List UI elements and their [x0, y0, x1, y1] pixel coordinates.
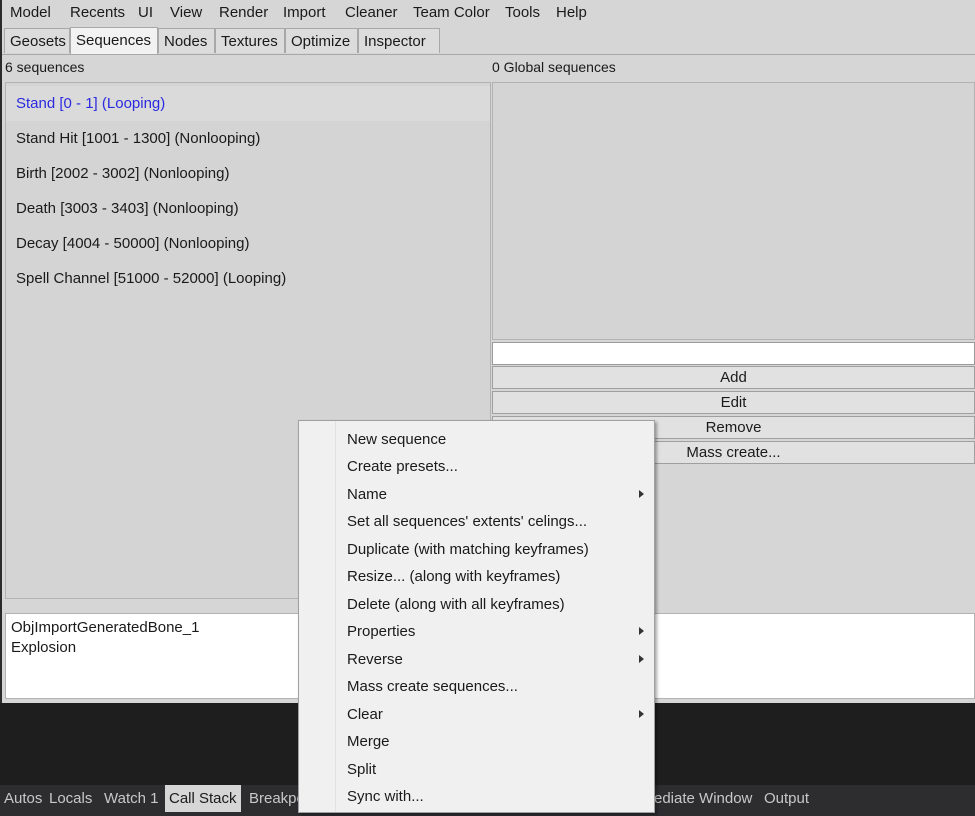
add-button[interactable]: Add	[492, 366, 975, 389]
menu-item-merge[interactable]: Merge	[299, 728, 654, 755]
tab-output[interactable]: Output	[760, 785, 813, 812]
menu-render[interactable]: Render	[219, 4, 268, 21]
global-sequence-count-label: 0 Global sequences	[492, 59, 616, 75]
menu-item-create-presets[interactable]: Create presets...	[299, 453, 654, 480]
menu-item-new-sequence[interactable]: New sequence	[299, 426, 654, 453]
tab-bar: Geosets Sequences Nodes Textures Optimiz…	[2, 27, 975, 55]
menu-recents[interactable]: Recents	[70, 4, 125, 21]
menu-item-set-extents-ceilings[interactable]: Set all sequences' extents' celings...	[299, 508, 654, 535]
menu-help[interactable]: Help	[556, 4, 587, 21]
submenu-arrow-icon	[639, 490, 644, 498]
sequence-count-label: 6 sequences	[5, 59, 85, 75]
menu-tools[interactable]: Tools	[505, 4, 540, 21]
tab-textures[interactable]: Textures	[215, 28, 285, 53]
menu-item-clear[interactable]: Clear	[299, 701, 654, 728]
menu-item-mass-create-sequences[interactable]: Mass create sequences...	[299, 673, 654, 700]
submenu-arrow-icon	[639, 627, 644, 635]
menu-ui[interactable]: UI	[138, 4, 153, 21]
sequence-item-stand-hit[interactable]: Stand Hit [1001 - 1300] (Nonlooping)	[6, 121, 490, 156]
menu-item-delete[interactable]: Delete (along with all keyframes)	[299, 591, 654, 618]
submenu-arrow-icon	[639, 655, 644, 663]
tab-optimize[interactable]: Optimize	[285, 28, 358, 53]
tab-locals[interactable]: Locals	[45, 785, 96, 812]
menu-model[interactable]: Model	[10, 4, 51, 21]
menu-item-reverse[interactable]: Reverse	[299, 646, 654, 673]
sequence-item-decay[interactable]: Decay [4004 - 50000] (Nonlooping)	[6, 226, 490, 261]
menu-item-properties[interactable]: Properties	[299, 618, 654, 645]
sequence-context-menu: New sequence Create presets... Name Set …	[298, 420, 655, 813]
global-sequence-list[interactable]	[492, 82, 975, 340]
menu-item-duplicate[interactable]: Duplicate (with matching keyframes)	[299, 536, 654, 563]
menu-import[interactable]: Import	[283, 4, 326, 21]
tab-nodes[interactable]: Nodes	[158, 28, 215, 53]
tab-sequences[interactable]: Sequences	[70, 27, 158, 54]
menu-item-sync-with[interactable]: Sync with...	[299, 783, 654, 810]
edit-button[interactable]: Edit	[492, 391, 975, 414]
tab-call-stack[interactable]: Call Stack	[165, 785, 241, 812]
tab-inspector[interactable]: Inspector	[358, 28, 440, 53]
menu-cleaner[interactable]: Cleaner	[345, 4, 398, 21]
menu-view[interactable]: View	[170, 4, 202, 21]
global-sequence-length-input[interactable]	[492, 342, 975, 365]
tab-geosets[interactable]: Geosets	[4, 28, 70, 53]
menu-item-name[interactable]: Name	[299, 481, 654, 508]
sequence-item-death[interactable]: Death [3003 - 3403] (Nonlooping)	[6, 191, 490, 226]
menu-bar: Model Recents UI View Render Import Clea…	[2, 0, 975, 27]
tab-autos[interactable]: Autos	[0, 785, 46, 812]
submenu-arrow-icon	[639, 710, 644, 718]
sequence-item-stand[interactable]: Stand [0 - 1] (Looping)	[6, 86, 490, 121]
sequence-item-birth[interactable]: Birth [2002 - 3002] (Nonlooping)	[6, 156, 490, 191]
menu-team-color[interactable]: Team Color	[413, 4, 490, 21]
tab-immediate-window[interactable]: ediate Window	[650, 785, 756, 812]
tab-watch-1[interactable]: Watch 1	[100, 785, 162, 812]
menu-item-resize[interactable]: Resize... (along with keyframes)	[299, 563, 654, 590]
menu-item-split[interactable]: Split	[299, 756, 654, 783]
sequence-item-spell-channel[interactable]: Spell Channel [51000 - 52000] (Looping)	[6, 261, 490, 296]
